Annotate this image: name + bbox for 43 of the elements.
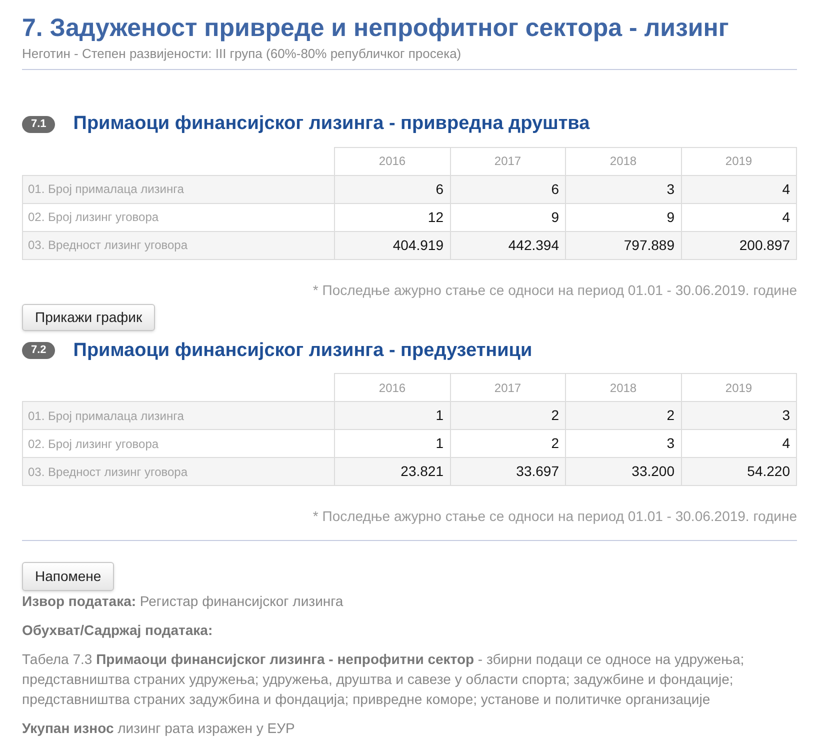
note-paragraph: Обухват/Садржај података: (22, 621, 214, 640)
column-header: 2019 (681, 147, 796, 175)
footnote: * Последње ажурно стање се односи на период 01.01 - 30.06.2019. године (312, 507, 797, 526)
page-title: 7. Задуженост привреде и непрофитног сектора - лизинг (22, 13, 730, 43)
note-paragraph: Укупан износ лизинг рата изражен у ЕУР (22, 719, 296, 738)
column-header: 2016 (334, 147, 450, 175)
column-header: 2018 (566, 374, 681, 402)
column-header: 2017 (450, 147, 566, 175)
note-paragraph: Извор података: Регистар финансијског лизинга (22, 592, 344, 611)
table-cell: 6 (334, 175, 450, 203)
column-header: 2017 (450, 374, 566, 402)
table-cell: 33.200 (566, 458, 681, 486)
row-label: 03. Вредност лизинг уговора (22, 458, 334, 486)
notes-button[interactable]: Напомене (22, 562, 114, 591)
note-paragraph: Табела 7.3 Примаоци финансијског лизинга - непрофитни сектор - збирни подаци се односе на удружења; представништва страних удружења; удружења, друштва и савезе у области спорта; задужбине и фондације; представништва страних задужбина и фондација; привредне коморе; установе и политичке организације (22, 650, 746, 709)
table-cell: 200.897 (681, 231, 796, 259)
table-cell: 6 (450, 175, 566, 203)
table-cell: 23.821 (334, 458, 450, 486)
section-heading: Примаоци финансијског лизинга - предузетници (73, 338, 532, 362)
table-cell: 4 (681, 175, 796, 203)
row-label: 03. Вредност лизинг уговора (22, 231, 334, 259)
table-cell: 3 (566, 175, 681, 203)
table-cell: 4 (681, 203, 796, 231)
column-header: 2019 (681, 374, 796, 402)
table-cell: 54.220 (681, 458, 796, 486)
column-header: 2016 (334, 374, 450, 402)
section-number-badge: 7.1 (22, 116, 56, 133)
page-subtitle: Неготин - Степен развијености: III група (60%-80% републичког просека) (22, 45, 462, 63)
table-cell: 12 (334, 203, 450, 231)
table-cell: 442.394 (450, 231, 566, 259)
row-label: 02. Број лизинг уговора (22, 203, 334, 231)
section-number-badge: 7.2 (22, 342, 56, 360)
show-chart-button[interactable]: Прикажи график (22, 304, 156, 330)
section-heading: Примаоци финансијског лизинга - привредна друштва (73, 112, 590, 136)
table-cell: 404.919 (334, 231, 450, 259)
table-cell: 9 (566, 203, 681, 231)
footnote: * Последње ажурно стање се односи на период 01.01 - 30.06.2019. године (312, 280, 797, 300)
row-label: 01. Број прималаца лизинга (22, 175, 334, 203)
table-cell: 33.697 (450, 458, 566, 486)
table-cell: 9 (450, 203, 566, 231)
column-header: 2018 (566, 147, 681, 175)
row-label: 01. Број прималаца лизинга (22, 402, 334, 430)
table-cell: 797.889 (566, 231, 681, 259)
